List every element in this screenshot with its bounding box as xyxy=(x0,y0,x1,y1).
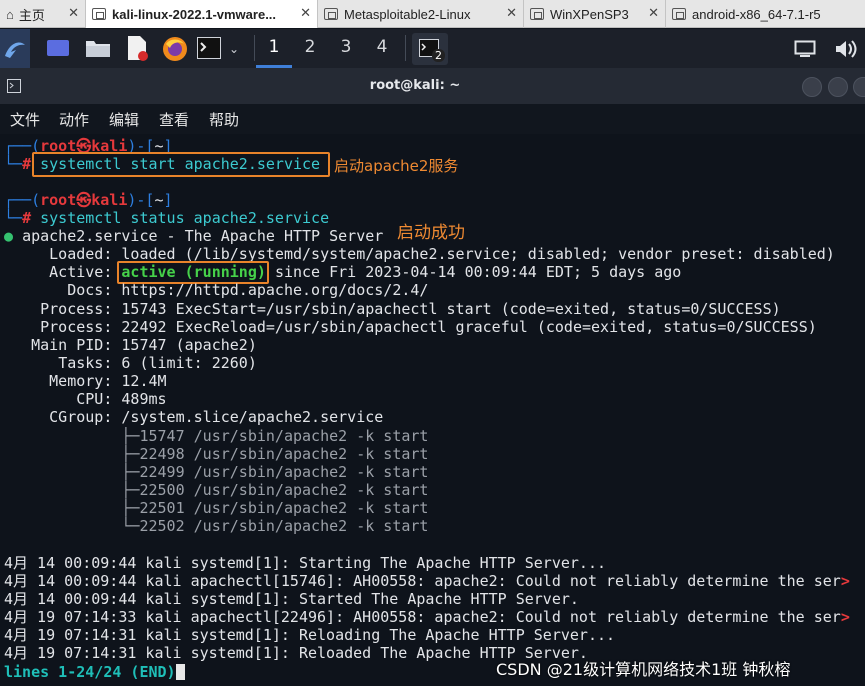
tab-label: kali-linux-2022.1-vmware... xyxy=(112,6,277,22)
active-line: Active: active (running) since Fri 2023-… xyxy=(49,263,682,281)
close-icon[interactable]: ✕ xyxy=(506,5,517,21)
truncation-marker: > xyxy=(840,572,850,590)
start-annotation: 启动apache2服务 xyxy=(334,157,459,175)
vm-icon xyxy=(324,8,338,20)
process-tree-row: ├─22501 /usr/sbin/apache2 -k start xyxy=(121,499,429,517)
menu-view[interactable]: 查看 xyxy=(159,109,189,130)
pager-status: lines 1-24/24 (END) xyxy=(4,663,185,681)
process-line: Process: 22492 ExecReload=/usr/sbin/apac… xyxy=(40,318,817,336)
cgroup-line: CGroup: /system.slice/apache2.service xyxy=(49,408,384,426)
tab-label: 主页 xyxy=(18,7,45,23)
process-tree-row: └─22502 /usr/sbin/apache2 -k start xyxy=(121,517,429,535)
terminal-window-button[interactable]: 2 xyxy=(412,33,448,65)
tasks-line: Tasks: 6 (limit: 2260) xyxy=(58,354,257,372)
kali-top-panel: ⌄ 1 2 3 4 2 xyxy=(0,29,865,68)
status-annotation: 启动成功 xyxy=(397,223,465,243)
vm-icon xyxy=(92,8,106,20)
process-tree-row: ├─22498 /usr/sbin/apache2 -k start xyxy=(121,445,429,463)
terminal-titlebar: root@kali: ~ xyxy=(0,68,865,104)
status-command: systemctl status apache2.service xyxy=(40,209,330,227)
workspace-3[interactable]: 3 xyxy=(331,37,361,57)
tab-label: Metasploitable2-Linux xyxy=(344,6,471,22)
close-button[interactable] xyxy=(853,77,865,97)
firefox-icon[interactable] xyxy=(161,35,189,63)
tab-label: WinXPenSP3 xyxy=(550,6,629,22)
terminal-output[interactable]: ┌──(root㉿kali)-[~] └─# systemctl start a… xyxy=(0,134,865,686)
vm-icon xyxy=(530,8,544,20)
files-icon[interactable] xyxy=(84,37,112,59)
display-icon[interactable] xyxy=(792,38,818,60)
log-line: 4月 14 00:09:44 kali apachectl[15746]: AH… xyxy=(4,572,850,590)
tab-label: android-x86_64-7.1-r5 xyxy=(692,6,821,22)
kali-menu-icon[interactable] xyxy=(0,29,30,68)
vmware-tab-strip: ⌂ 主页 ✕ kali-linux-2022.1-vmware... ✕ Met… xyxy=(0,0,865,28)
csdn-watermark: CSDN @21级计算机网络技术1班 钟秋榕 xyxy=(496,660,791,679)
cpu-line: CPU: 489ms xyxy=(76,390,167,408)
menu-actions[interactable]: 动作 xyxy=(59,109,89,130)
text-cursor xyxy=(175,664,185,680)
mainpid-line: Main PID: 15747 (apache2) xyxy=(31,336,257,354)
vm-icon xyxy=(672,8,686,20)
menu-help[interactable]: 帮助 xyxy=(209,109,239,130)
prompt-line: ┌──(root㉿kali)-[~] xyxy=(4,191,173,209)
maximize-button[interactable] xyxy=(828,77,848,97)
menu-edit[interactable]: 编辑 xyxy=(109,109,139,130)
truncation-marker: > xyxy=(840,608,850,626)
tab-metasploitable[interactable]: Metasploitable2-Linux ✕ xyxy=(318,0,524,28)
close-icon[interactable]: ✕ xyxy=(648,5,659,21)
tab-home[interactable]: ⌂ 主页 ✕ xyxy=(0,0,86,28)
editor-icon[interactable] xyxy=(124,35,150,61)
workspace-1[interactable]: 1 xyxy=(259,37,289,57)
process-tree-row: ├─22499 /usr/sbin/apache2 -k start xyxy=(121,463,429,481)
desktop-icon[interactable] xyxy=(44,37,72,59)
log-line: 4月 19 07:14:33 kali apachectl[22496]: AH… xyxy=(4,608,850,626)
terminal-menubar: 文件 动作 编辑 查看 帮助 xyxy=(0,104,865,134)
tab-kali[interactable]: kali-linux-2022.1-vmware... ✕ xyxy=(86,0,318,28)
process-tree-row: ├─22500 /usr/sbin/apache2 -k start xyxy=(121,481,429,499)
log-line: 4月 14 00:09:44 kali systemd[1]: Started … xyxy=(4,590,579,608)
memory-line: Memory: 12.4M xyxy=(49,372,167,390)
tab-winxp[interactable]: WinXPenSP3 ✕ xyxy=(524,0,666,28)
workspace-4[interactable]: 4 xyxy=(367,37,397,57)
start-command-highlight xyxy=(32,152,330,177)
terminal-icon[interactable] xyxy=(196,36,222,60)
tab-android[interactable]: android-x86_64-7.1-r5 xyxy=(666,0,865,28)
workspace-2[interactable]: 2 xyxy=(295,37,325,57)
minimize-button[interactable] xyxy=(802,77,822,97)
process-tree-row: ├─15747 /usr/sbin/apache2 -k start xyxy=(121,427,429,445)
service-header: ● apache2.service - The Apache HTTP Serv… xyxy=(4,227,384,245)
close-icon[interactable]: ✕ xyxy=(300,5,311,21)
panel-divider xyxy=(405,35,406,61)
menu-file[interactable]: 文件 xyxy=(10,109,40,130)
window-count-badge: 2 xyxy=(432,49,445,62)
log-line: 4月 19 07:14:31 kali systemd[1]: Reloadin… xyxy=(4,626,616,644)
close-icon[interactable]: ✕ xyxy=(68,5,79,21)
window-title: root@kali: ~ xyxy=(369,78,461,93)
log-line: 4月 14 00:09:44 kali systemd[1]: Starting… xyxy=(4,554,606,572)
docs-line: Docs: https://httpd.apache.org/docs/2.4/ xyxy=(67,281,429,299)
command-line: └─# systemctl status apache2.service xyxy=(4,209,330,227)
chevron-down-icon[interactable]: ⌄ xyxy=(226,41,242,57)
panel-divider xyxy=(254,35,255,61)
home-icon: ⌂ xyxy=(6,6,14,22)
process-line: Process: 15743 ExecStart=/usr/sbin/apach… xyxy=(40,300,781,318)
volume-icon[interactable] xyxy=(832,37,860,61)
